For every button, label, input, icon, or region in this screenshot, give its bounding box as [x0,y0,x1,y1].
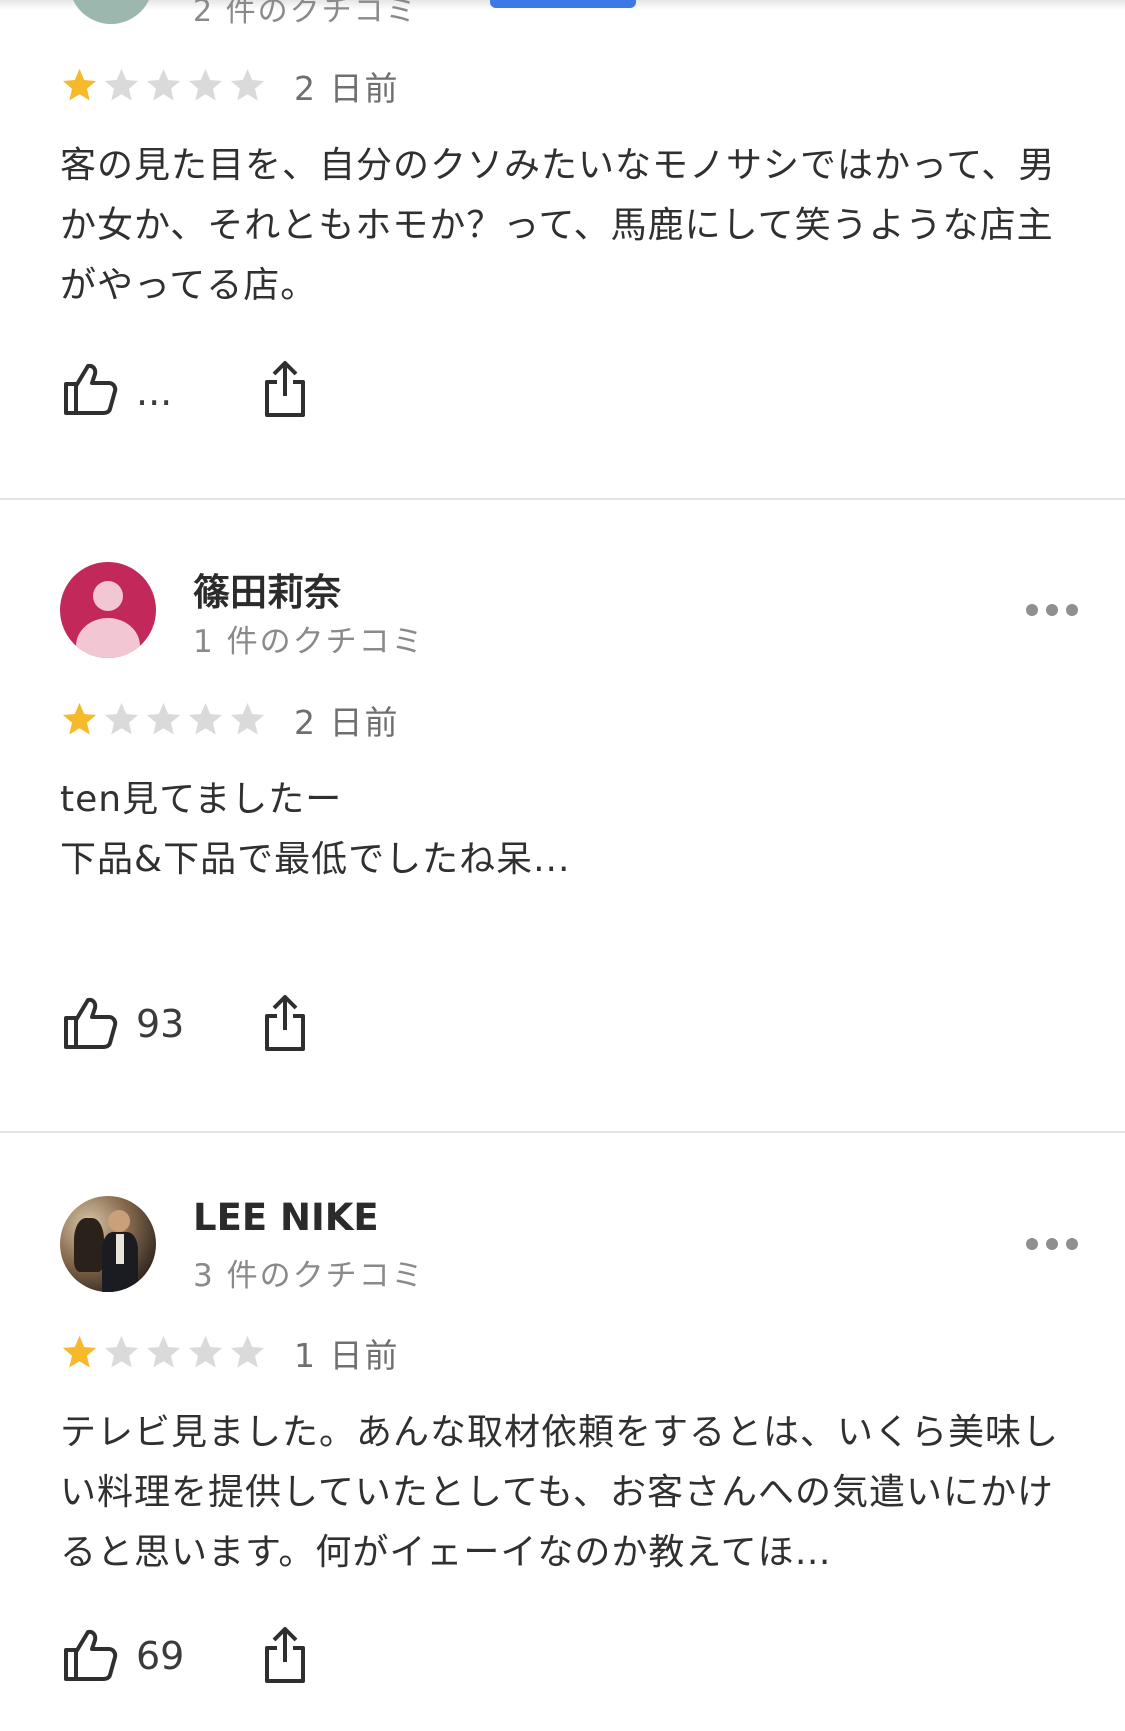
reviewer-review-count: 2 件のクチコミ [193,0,418,29]
review-divider [0,1131,1125,1133]
dot [1046,604,1058,616]
star-filled-icon [62,1335,97,1368]
like-count: 69 [136,1634,185,1678]
star-empty-icon [230,702,265,735]
photo-face [108,1210,130,1232]
star-empty-icon [188,1335,223,1368]
like-count: ... [136,370,173,414]
review-date: 1 日前 [294,1336,400,1375]
review-text[interactable]: ten見てましたー 下品&下品で最低でしたね呆... [60,770,1060,890]
star-rating [60,700,267,739]
thumbs-up-icon[interactable] [62,362,118,416]
follow-button[interactable] [490,0,636,8]
star-rating [60,66,267,105]
thumbs-up-icon[interactable] [62,1628,118,1682]
star-empty-icon [146,68,181,101]
share-icon[interactable] [262,994,308,1052]
reviewer-name[interactable]: 篠田莉奈 [193,562,341,616]
avatar[interactable] [60,562,156,658]
review-date: 2 日前 [294,69,400,108]
star-empty-icon [104,702,139,735]
dot [1026,604,1038,616]
share-icon[interactable] [262,1626,308,1684]
star-empty-icon [230,68,265,101]
dot [1026,1238,1038,1250]
more-options-icon[interactable] [1026,1237,1078,1251]
share-icon[interactable] [262,360,308,418]
reviewer-review-count: 1 件のクチコミ [193,624,425,660]
review-divider [0,498,1125,500]
star-empty-icon [104,1335,139,1368]
reviewer-name[interactable]: LEE NIKE [193,1196,379,1239]
review-text[interactable]: テレビ見ました。あんな取材依頼をするとは、いくら美味しい料理を提供していたとして… [60,1403,1060,1583]
reviewer-review-count: 3 件のクチコミ [193,1258,425,1294]
star-rating [60,1333,267,1372]
thumbs-up-icon[interactable] [62,996,118,1050]
star-empty-icon [146,702,181,735]
more-options-icon[interactable] [1026,603,1078,617]
avatar[interactable] [69,0,153,24]
star-empty-icon [104,68,139,101]
like-count: 93 [136,1002,185,1046]
photo-shirt [116,1234,124,1264]
person-icon [93,581,123,611]
avatar[interactable] [60,1196,156,1292]
dot [1066,1238,1078,1250]
dot [1046,1238,1058,1250]
star-empty-icon [146,1335,181,1368]
star-filled-icon [62,702,97,735]
photo-figure [74,1218,104,1272]
star-empty-icon [230,1335,265,1368]
star-filled-icon [62,68,97,101]
review-text[interactable]: 客の見た目を、自分のクソみたいなモノサシではかって、男か女か、それともホモか？っ… [60,136,1060,316]
dot [1066,604,1078,616]
star-empty-icon [188,702,223,735]
review-date: 2 日前 [294,703,400,742]
person-icon-body [76,618,140,658]
star-empty-icon [188,68,223,101]
